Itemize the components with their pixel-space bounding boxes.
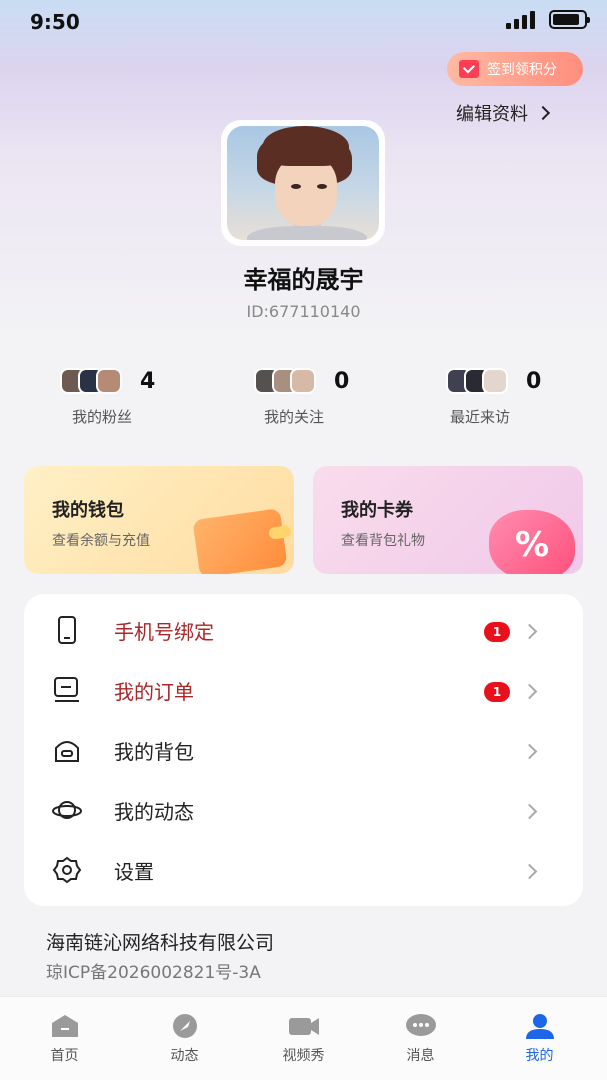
status-bar: 9:50 bbox=[0, 0, 607, 44]
coupon-percent-text: % bbox=[514, 525, 550, 565]
phone-icon bbox=[58, 616, 76, 644]
menu-item-label: 手机号绑定 bbox=[114, 620, 214, 644]
stat-count: 0 bbox=[334, 368, 350, 394]
tab-label: 我的 bbox=[525, 1048, 554, 1064]
notification-badge: 1 bbox=[484, 622, 510, 642]
menu-item-backpack[interactable]: 我的背包 bbox=[24, 720, 583, 780]
settings-menu: 手机号绑定 1 我的订单 1 我的背包 我的动态 设置 bbox=[24, 594, 583, 906]
chevron-right-icon bbox=[521, 683, 538, 700]
bottom-tab-bar: 首页 动态 视频秀 消息 我的 bbox=[0, 996, 607, 1080]
menu-item-label: 设置 bbox=[114, 860, 154, 884]
chevron-right-icon bbox=[521, 623, 538, 640]
planet-icon bbox=[52, 801, 82, 819]
status-time: 9:50 bbox=[30, 10, 80, 34]
stat-count: 4 bbox=[140, 368, 156, 394]
tab-label: 消息 bbox=[406, 1048, 435, 1064]
user-id: ID:677110140 bbox=[246, 302, 361, 321]
stat-label: 我的关注 bbox=[264, 408, 325, 426]
menu-item-phone-binding[interactable]: 手机号绑定 1 bbox=[24, 600, 583, 660]
company-name: 海南链沁网络科技有限公司 bbox=[46, 932, 275, 954]
menu-item-label: 我的背包 bbox=[114, 740, 194, 764]
coupon-icon: % bbox=[489, 510, 575, 574]
stat-fans[interactable]: 4 我的粉丝 bbox=[60, 364, 220, 434]
chevron-right-icon bbox=[521, 803, 538, 820]
following-avatars bbox=[254, 368, 322, 394]
tab-label: 动态 bbox=[170, 1048, 199, 1064]
profile-icon bbox=[526, 1014, 554, 1039]
tab-messages[interactable]: 消息 bbox=[360, 997, 481, 1080]
battery-icon bbox=[549, 10, 590, 29]
icp-license[interactable]: 琼ICP备2026002821号-3A bbox=[46, 958, 261, 983]
wallet-card[interactable]: 我的钱包 查看余额与充值 bbox=[24, 466, 294, 574]
stat-count: 0 bbox=[526, 368, 542, 394]
fans-avatars bbox=[60, 368, 128, 394]
feed-icon bbox=[173, 1014, 197, 1038]
stat-label: 我的粉丝 bbox=[72, 408, 133, 426]
message-icon bbox=[406, 1014, 436, 1036]
coupon-card[interactable]: 我的卡券 查看背包礼物 % bbox=[313, 466, 583, 574]
coupon-title: 我的卡券 bbox=[341, 500, 413, 521]
menu-item-label: 我的订单 bbox=[114, 680, 194, 704]
stat-visitors[interactable]: 0 最近来访 bbox=[446, 364, 606, 434]
tab-home[interactable]: 首页 bbox=[4, 997, 125, 1080]
menu-item-orders[interactable]: 我的订单 1 bbox=[24, 660, 583, 720]
tab-label: 视频秀 bbox=[282, 1048, 325, 1064]
order-icon bbox=[54, 677, 79, 702]
menu-item-label: 我的动态 bbox=[114, 800, 194, 824]
wallet-title: 我的钱包 bbox=[52, 500, 124, 521]
checkin-label: 签到领积分 bbox=[487, 62, 557, 78]
checkin-icon bbox=[459, 60, 479, 78]
notification-badge: 1 bbox=[484, 682, 510, 702]
nickname: 幸福的晟宇 bbox=[243, 266, 364, 294]
tab-label: 首页 bbox=[50, 1048, 79, 1064]
visitors-avatars bbox=[446, 368, 514, 394]
wallet-subtitle: 查看余额与充值 bbox=[52, 533, 150, 549]
edit-profile-button[interactable]: 编辑资料 bbox=[456, 100, 551, 126]
menu-item-moments[interactable]: 我的动态 bbox=[24, 780, 583, 840]
stats-row: 4 我的粉丝 0 我的关注 0 最近来访 bbox=[0, 364, 607, 434]
chevron-right-icon bbox=[521, 863, 538, 880]
signal-icon bbox=[506, 11, 542, 29]
menu-item-settings[interactable]: 设置 bbox=[24, 840, 583, 900]
edit-profile-label: 编辑资料 bbox=[456, 104, 528, 125]
chevron-right-icon bbox=[535, 105, 551, 121]
chevron-right-icon bbox=[521, 743, 538, 760]
gear-icon bbox=[52, 856, 82, 884]
avatar[interactable] bbox=[221, 120, 385, 246]
wallet-icon bbox=[192, 508, 288, 574]
stat-label: 最近来访 bbox=[450, 408, 511, 426]
home-icon bbox=[52, 1015, 78, 1037]
tab-feed[interactable]: 动态 bbox=[124, 997, 245, 1080]
backpack-icon bbox=[55, 741, 79, 762]
stat-following[interactable]: 0 我的关注 bbox=[254, 364, 414, 434]
tab-video-show[interactable]: 视频秀 bbox=[243, 997, 364, 1080]
tab-profile[interactable]: 我的 bbox=[479, 997, 600, 1080]
video-icon bbox=[289, 1018, 319, 1035]
avatar-image bbox=[227, 126, 379, 240]
checkin-button[interactable]: 签到领积分 bbox=[447, 52, 583, 86]
coupon-subtitle: 查看背包礼物 bbox=[341, 533, 425, 549]
